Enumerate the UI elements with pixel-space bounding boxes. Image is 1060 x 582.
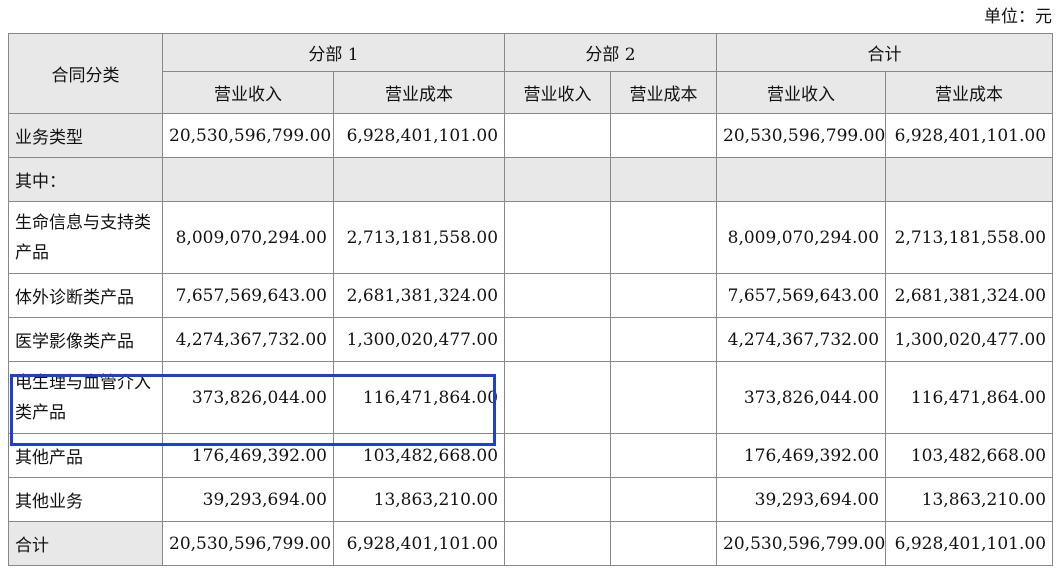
table-row: 体外诊断类产品 7,657,569,643.00 2,681,381,324.0…: [8, 273, 1054, 318]
header-s1-revenue: 营业收入: [162, 71, 334, 114]
cell-s2-revenue: [504, 433, 612, 478]
header-total-revenue: 营业收入: [716, 71, 887, 114]
cell-s2-cost: [610, 273, 718, 318]
header-total: 合计: [716, 33, 1054, 72]
row-label: 合计: [8, 521, 163, 566]
row-label: 其他产品: [8, 433, 163, 478]
cell-total-revenue: 4,274,367,732.00: [716, 317, 887, 362]
cell-s1-cost: 103,482,668.00: [332, 433, 506, 478]
header-s2-cost: 营业成本: [610, 71, 718, 114]
cell-total-cost: 1,300,020,477.00: [885, 317, 1054, 362]
cell-s2-cost: [610, 201, 718, 274]
table-row: 医学影像类产品 4,274,367,732.00 1,300,020,477.0…: [8, 317, 1054, 362]
table-row: 业务类型 20,530,596,799.00 6,928,401,101.00 …: [8, 113, 1054, 158]
cell-total-revenue: 373,826,044.00: [716, 361, 887, 434]
contract-category-table: 合同分类 分部 1 分部 2 合计 营业收入 营业成本 营业收入 营业成本 营业…: [8, 33, 1054, 566]
cell-s2-revenue: [504, 361, 612, 434]
cell-s2-cost: [610, 113, 718, 158]
cell-s2-cost: [610, 477, 718, 522]
cell-total-cost: 13,863,210.00: [885, 477, 1054, 522]
cell-total-revenue: 20,530,596,799.00: [716, 521, 887, 566]
cell-s2-cost: [610, 521, 718, 566]
cell-total-cost: 6,928,401,101.00: [885, 113, 1054, 158]
table-row-total: 合计 20,530,596,799.00 6,928,401,101.00 20…: [8, 521, 1054, 566]
header-contract-category: 合同分类: [8, 33, 163, 114]
cell-s1-revenue: 20,530,596,799.00: [162, 521, 334, 566]
cell-s1-cost: 116,471,864.00: [332, 361, 506, 434]
cell-s1-revenue: 4,274,367,732.00: [162, 317, 334, 362]
cell-s1-cost: 1,300,020,477.00: [332, 317, 506, 362]
cell-s1-cost: 6,928,401,101.00: [332, 113, 506, 158]
cell-s1-revenue: 176,469,392.00: [162, 433, 334, 478]
row-label: 其他业务: [8, 477, 163, 522]
header-segment-1: 分部 1: [161, 33, 506, 72]
cell-total-cost: [885, 157, 1054, 202]
cell-s2-revenue: [504, 201, 612, 274]
cell-s2-revenue: [504, 157, 612, 202]
cell-s1-revenue: 8,009,070,294.00: [162, 201, 334, 274]
row-label: 其中：: [8, 157, 163, 202]
table-row: 其中：: [8, 157, 1054, 202]
cell-s1-cost: 2,681,381,324.00: [332, 273, 506, 318]
cell-s2-revenue: [504, 477, 612, 522]
cell-s2-cost: [610, 433, 718, 478]
cell-s1-revenue: 39,293,694.00: [162, 477, 334, 522]
cell-s2-cost: [610, 361, 718, 434]
cell-total-cost: 116,471,864.00: [885, 361, 1054, 434]
table-row: 其他业务 39,293,694.00 13,863,210.00 39,293,…: [8, 477, 1054, 522]
cell-s2-cost: [610, 157, 718, 202]
row-label: 生命信息与支持类产品: [8, 201, 163, 274]
table-row: 生命信息与支持类产品 8,009,070,294.00 2,713,181,55…: [8, 201, 1054, 274]
cell-s2-revenue: [504, 521, 612, 566]
header-total-cost: 营业成本: [885, 71, 1054, 114]
cell-total-revenue: 8,009,070,294.00: [716, 201, 887, 274]
cell-total-cost: 103,482,668.00: [885, 433, 1054, 478]
cell-s1-revenue: 373,826,044.00: [162, 361, 334, 434]
header-segment-2: 分部 2: [504, 33, 718, 72]
cell-total-cost: 6,928,401,101.00: [885, 521, 1054, 566]
header-s2-revenue: 营业收入: [504, 71, 612, 114]
cell-s2-revenue: [504, 273, 612, 318]
header-s1-cost: 营业成本: [332, 71, 506, 114]
cell-s1-cost: 2,713,181,558.00: [332, 201, 506, 274]
cell-total-revenue: 39,293,694.00: [716, 477, 887, 522]
cell-s1-revenue: 20,530,596,799.00: [162, 113, 334, 158]
row-label: 医学影像类产品: [8, 317, 163, 362]
unit-label: 单位：元: [984, 7, 1052, 27]
cell-s1-cost: 6,928,401,101.00: [332, 521, 506, 566]
cell-total-revenue: 176,469,392.00: [716, 433, 887, 478]
row-label: 体外诊断类产品: [8, 273, 163, 318]
cell-s1-cost: 13,863,210.00: [332, 477, 506, 522]
cell-total-revenue: 20,530,596,799.00: [716, 113, 887, 158]
table-row: 其他产品 176,469,392.00 103,482,668.00 176,4…: [8, 433, 1054, 478]
cell-total-cost: 2,713,181,558.00: [885, 201, 1054, 274]
cell-s2-revenue: [504, 113, 612, 158]
cell-s1-revenue: 7,657,569,643.00: [162, 273, 334, 318]
cell-total-cost: 2,681,381,324.00: [885, 273, 1054, 318]
table-row: 电生理与血管介入类产品 373,826,044.00 116,471,864.0…: [8, 361, 1054, 434]
cell-total-revenue: [716, 157, 887, 202]
cell-s1-revenue: [162, 157, 334, 202]
row-label: 电生理与血管介入类产品: [8, 361, 163, 434]
cell-total-revenue: 7,657,569,643.00: [716, 273, 887, 318]
cell-s2-cost: [610, 317, 718, 362]
row-label: 业务类型: [8, 113, 163, 158]
header-row-1: 合同分类 分部 1 分部 2 合计: [8, 33, 1054, 114]
cell-s1-cost: [332, 157, 506, 202]
cell-s2-revenue: [504, 317, 612, 362]
header-row-2: 营业收入 营业成本 营业收入 营业成本 营业收入 营业成本: [9, 71, 1054, 114]
